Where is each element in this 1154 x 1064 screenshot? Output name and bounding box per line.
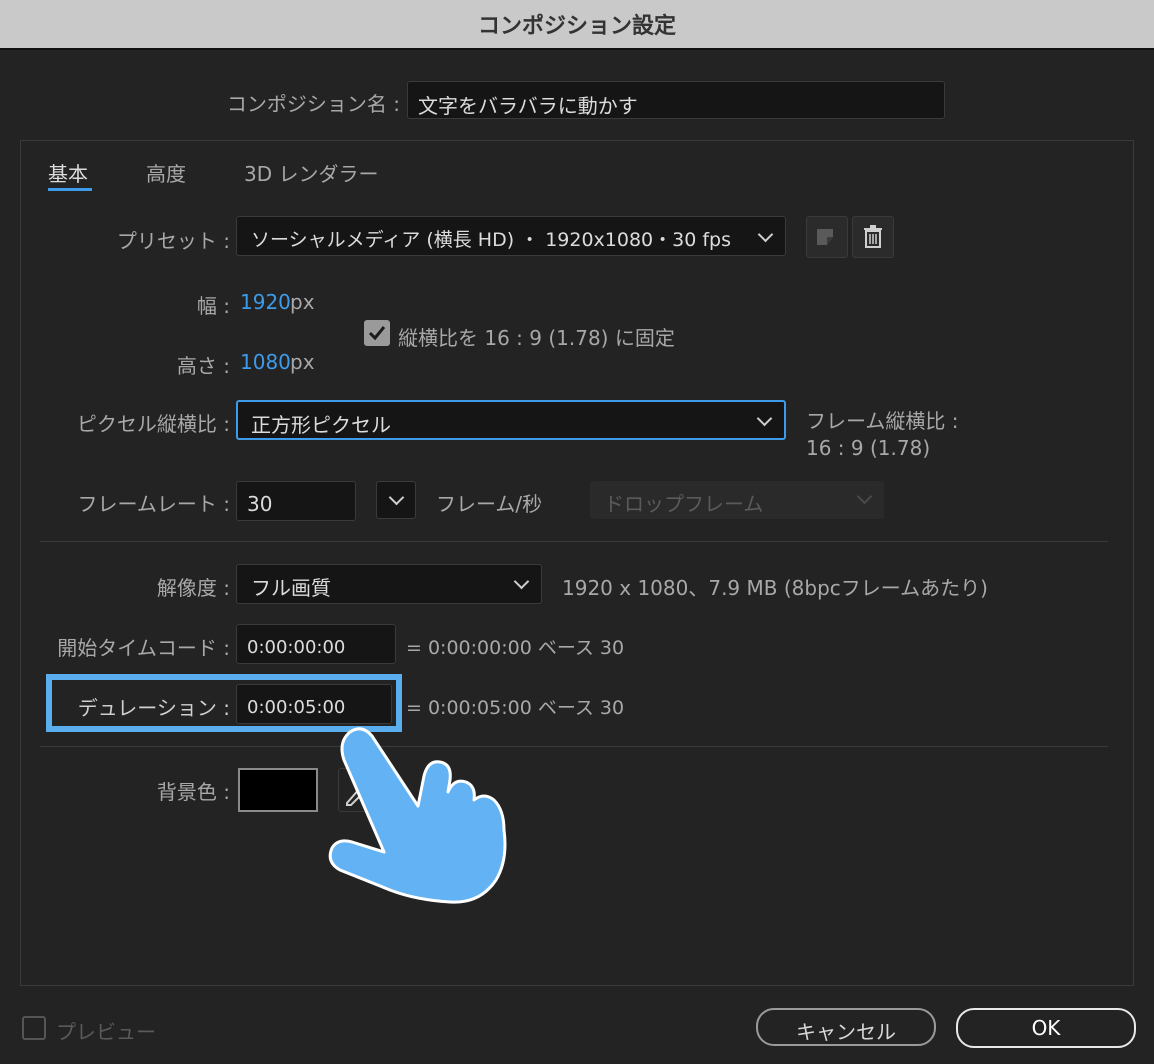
frame-rate-dropdown-button[interactable] [376,481,416,519]
resolution-info: 1920 x 1080、7.9 MB (8bpcフレームあたり) [562,576,988,600]
width-label: 幅 : [196,294,230,318]
active-tab-underline [48,188,92,191]
start-timecode-input[interactable]: 0:00:00:00 [236,624,396,664]
lock-aspect-checkbox[interactable] [364,320,390,346]
lock-aspect-label: 縦横比を 16 : 9 (1.78) に固定 [398,326,675,350]
frame-aspect-label: フレーム縦横比 : [806,409,959,433]
ok-button-label: OK [1031,1016,1061,1040]
frame-rate-unit: フレーム/秒 [436,492,543,516]
background-color-swatch[interactable] [238,768,318,812]
comp-name-value: 文字をバラバラに動かす [418,94,638,118]
duration-input[interactable]: 0:00:05:00 [236,684,392,724]
pixel-aspect-value: 正方形ピクセル [251,413,391,437]
preset-dropdown[interactable]: ソーシャルメディア (横長 HD) ・ 1920x1080・30 fps [236,216,786,256]
duration-info: = 0:00:05:00 ベース 30 [406,697,625,719]
pointing-hand-icon [328,727,507,904]
save-preset-button[interactable] [806,216,848,258]
resolution-value: フル画質 [251,576,331,600]
settings-panel [20,140,1134,986]
chevron-down-icon [513,573,530,590]
window-title: コンポジション設定 [477,14,676,39]
width-unit: px [290,290,315,314]
height-value[interactable]: 1080 [240,350,291,374]
cancel-button-label: キャンセル [796,1020,896,1044]
duration-label: デュレーション : [77,696,230,720]
preset-label: プリセット : [116,229,230,253]
frame-rate-label: フレームレート : [77,492,231,516]
chevron-down-icon [757,226,774,243]
chevron-down-icon [856,488,873,505]
frame-rate-value: 30 [247,492,273,516]
comp-name-input[interactable]: 文字をバラバラに動かす [407,81,945,119]
pixel-aspect-label: ピクセル縦横比 : [76,412,230,436]
chevron-down-icon [756,410,773,427]
tab-3d-renderer-label: 3D レンダラー [244,162,379,186]
height-unit: px [290,350,315,374]
tab-3d-renderer[interactable]: 3D レンダラー [244,158,378,187]
divider [40,541,1108,542]
drop-frame-value: ドロップフレーム [604,492,764,516]
frame-rate-input[interactable]: 30 [236,481,356,521]
title-bar: コンポジション設定 [0,0,1154,50]
checkbox-checked-icon [368,326,386,341]
comp-name-label: コンポジション名 : [226,92,400,116]
preview-checkbox[interactable] [22,1016,46,1040]
pixel-aspect-dropdown[interactable]: 正方形ピクセル [236,400,786,440]
duration-value: 0:00:05:00 [247,697,346,718]
tab-advanced[interactable]: 高度 [146,158,186,187]
tab-basic-label: 基本 [48,162,88,186]
width-value[interactable]: 1920 [240,290,291,314]
ok-button[interactable]: OK [956,1008,1136,1048]
preset-value: ソーシャルメディア (横長 HD) ・ 1920x1080・30 fps [251,229,732,251]
preview-label: プレビュー [56,1020,156,1044]
tab-advanced-label: 高度 [146,162,186,186]
start-timecode-label: 開始タイムコード : [57,636,230,660]
new-preset-icon [817,229,833,245]
tab-basic[interactable]: 基本 [48,158,88,187]
cancel-button[interactable]: キャンセル [756,1008,936,1046]
resolution-label: 解像度 : [156,576,230,600]
start-timecode-value: 0:00:00:00 [247,637,346,658]
resolution-dropdown[interactable]: フル画質 [236,564,542,604]
trash-icon [864,225,882,248]
background-color-label: 背景色 : [156,780,230,804]
delete-preset-button[interactable] [852,216,894,258]
drop-frame-dropdown[interactable]: ドロップフレーム [590,481,884,519]
height-label: 高さ : [176,354,230,378]
divider [40,746,1108,747]
start-timecode-info: = 0:00:00:00 ベース 30 [406,637,625,659]
chevron-down-icon [388,489,405,506]
frame-aspect-value: 16 : 9 (1.78) [806,436,931,460]
